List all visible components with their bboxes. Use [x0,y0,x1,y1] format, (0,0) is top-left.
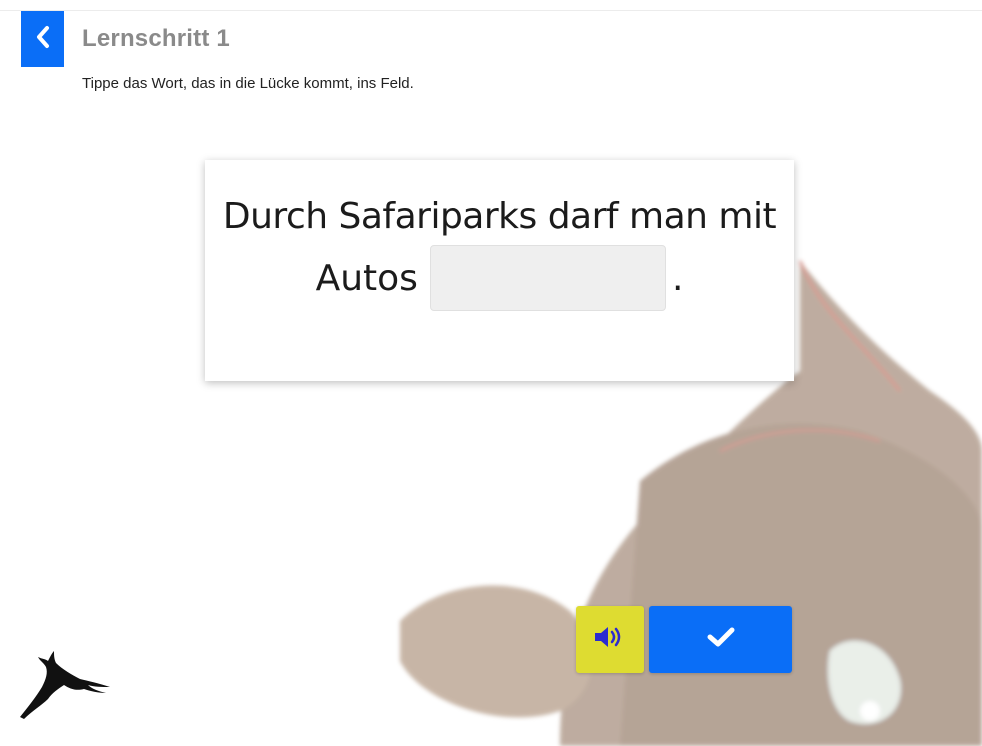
exercise-page: Lernschritt 1 Tippe das Wort, das in die… [0,10,982,746]
gazelle-logo [20,651,110,719]
sentence-line-2: Autos . [205,245,794,311]
sentence-word-before-gap: Autos [315,257,418,299]
back-button[interactable] [21,11,64,67]
sentence-period: . [671,257,684,299]
sentence-line-1: Durch Safariparks darf man mit [222,196,777,237]
speaker-icon [593,624,627,655]
exercise-card: Durch Safariparks darf man mit Autos . [205,160,794,381]
chevron-left-icon [35,25,51,54]
page-title: Lernschritt 1 [82,25,230,52]
check-button[interactable] [649,606,792,673]
checkmark-icon [707,626,735,653]
instruction-text: Tippe das Wort, das in die Lücke kommt, … [82,75,414,92]
audio-button[interactable] [576,606,644,673]
gap-input[interactable] [429,245,666,311]
